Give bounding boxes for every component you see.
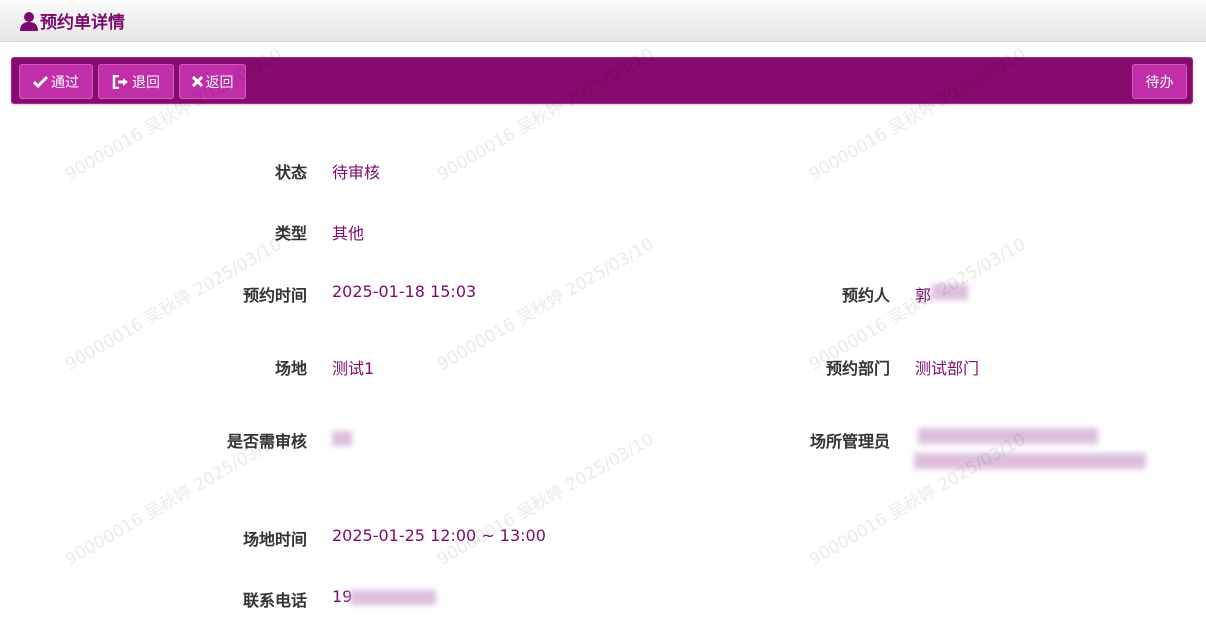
phone-label: 联系电话 <box>242 591 307 610</box>
status-value: 待审核 <box>332 163 381 182</box>
user-icon <box>20 11 38 31</box>
venue-value: 测试1 <box>332 359 375 378</box>
close-icon <box>191 76 203 87</box>
redacted-phone-number <box>350 590 436 605</box>
type-value: 其他 <box>332 224 365 243</box>
watermark: 90000016 吴秋婷 2025/03/10 <box>434 234 658 375</box>
approve-button[interactable]: 通过 <box>19 64 93 99</box>
venue-label: 场地 <box>274 359 307 378</box>
venue-time-value: 2025-01-25 12:00 ~ 13:00 <box>332 526 546 545</box>
booker-label: 预约人 <box>841 286 890 305</box>
venue-time-label: 场地时间 <box>242 530 307 549</box>
approve-button-label: 通过 <box>51 74 79 91</box>
booking-time-label: 预约时间 <box>242 286 307 305</box>
page-header: 预约单详情 <box>0 0 1206 42</box>
return-button-label: 退回 <box>132 74 160 91</box>
department-label: 预约部门 <box>825 359 890 378</box>
sign-out-icon <box>112 74 129 89</box>
check-icon <box>33 75 48 88</box>
booking-time-value: 2025-01-18 15:03 <box>332 282 477 301</box>
redacted-booker-name <box>932 284 968 300</box>
status-label: 状态 <box>274 163 307 182</box>
booker-value: 郭 <box>915 286 932 305</box>
back-button-label: 返回 <box>205 74 234 91</box>
page-title: 预约单详情 <box>40 13 125 33</box>
return-button[interactable]: 退回 <box>98 64 174 99</box>
needs-review-label: 是否需审核 <box>226 432 307 451</box>
department-value: 测试部门 <box>915 359 980 378</box>
todo-button[interactable]: 待办 <box>1132 64 1187 99</box>
redacted-venue-admin-line2 <box>914 453 1146 469</box>
todo-button-label: 待办 <box>1145 74 1174 91</box>
watermark: 90000016 吴秋婷 2025/03/10 <box>434 429 658 570</box>
back-button[interactable]: 返回 <box>179 64 246 99</box>
venue-admin-label: 场所管理员 <box>809 432 890 451</box>
action-toolbar: 通过 退回 返回 待办 <box>11 57 1193 104</box>
redacted-venue-admin-line1 <box>918 428 1098 444</box>
type-label: 类型 <box>274 224 307 243</box>
redacted-needs-review-value <box>332 431 352 446</box>
